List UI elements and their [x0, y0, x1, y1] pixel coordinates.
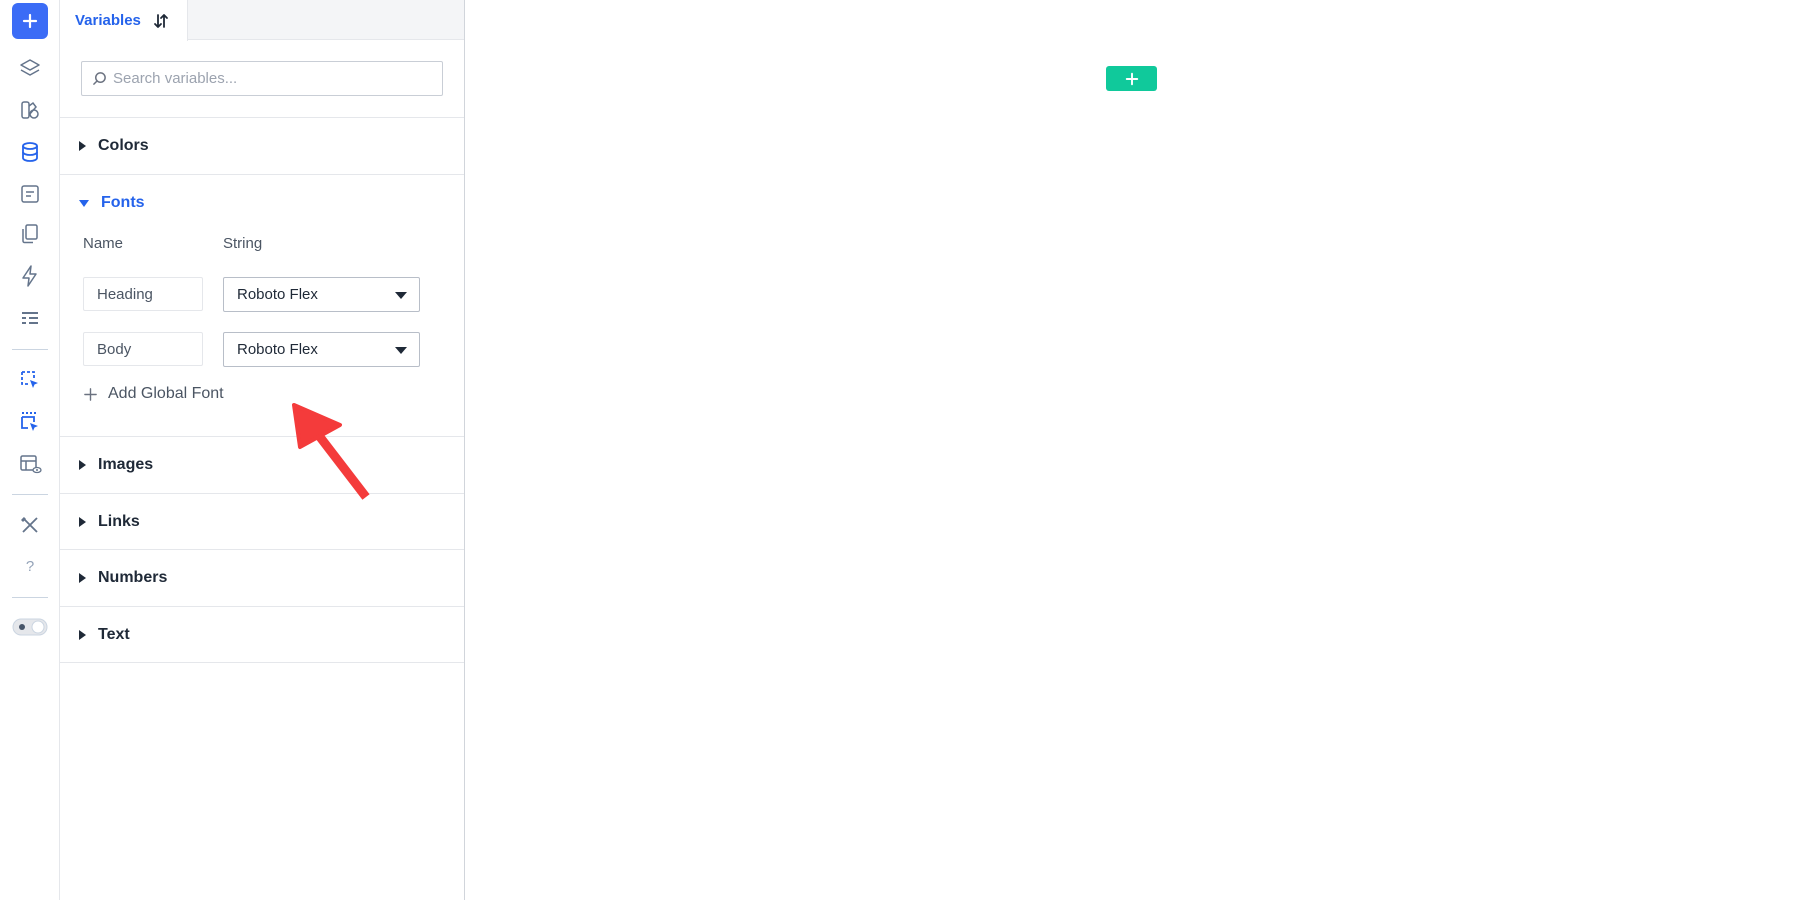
section-title: Text	[98, 626, 130, 643]
tools-button[interactable]	[12, 507, 48, 543]
tab-variables-label: Variables	[75, 12, 141, 29]
rail-divider	[12, 597, 48, 598]
column-header-type: String	[223, 235, 263, 252]
caret-right-icon	[79, 573, 86, 583]
search-icon	[93, 72, 106, 85]
section-images-header[interactable]: Images	[60, 437, 464, 493]
add-global-font-label: Add Global Font	[108, 385, 224, 402]
section-text-header[interactable]: Text	[60, 607, 464, 663]
svg-text:?: ?	[26, 558, 34, 575]
select-cursor-dots-icon	[21, 412, 38, 431]
layers-button[interactable]	[12, 50, 48, 86]
caret-right-icon	[79, 141, 86, 151]
font-name-field[interactable]: Heading	[83, 277, 203, 311]
section-links-header[interactable]: Links	[60, 494, 464, 550]
select-button[interactable]	[12, 362, 48, 398]
rail-divider	[12, 494, 48, 495]
section-text: Text	[60, 606, 464, 663]
layout-preview-icon	[20, 455, 42, 474]
sort-icon[interactable]	[153, 13, 169, 29]
forms-button[interactable]	[12, 176, 48, 212]
font-value-select[interactable]: Roboto Flex	[223, 277, 420, 312]
plus-icon	[22, 13, 38, 29]
lightning-icon	[22, 265, 37, 287]
caret-right-icon	[79, 517, 86, 527]
dropdown-arrow-icon	[395, 292, 407, 299]
section-colors-header[interactable]: Colors	[60, 118, 464, 174]
caret-right-icon	[79, 460, 86, 470]
icon-rail: ?	[0, 0, 60, 900]
canvas-add-button[interactable]	[1106, 66, 1157, 91]
section-numbers: Numbers	[60, 549, 464, 606]
font-value-label: Roboto Flex	[237, 341, 318, 358]
help-icon: ?	[26, 558, 34, 575]
add-element-button[interactable]	[12, 3, 48, 39]
section-title: Fonts	[101, 194, 145, 211]
section-images: Images	[60, 436, 464, 493]
data-button[interactable]	[12, 134, 48, 170]
section-title: Images	[98, 456, 154, 473]
panel-tab-bar: Variables	[60, 0, 464, 41]
variables-panel: Variables Colors Fonts Name String Headi…	[60, 0, 465, 900]
caret-down-icon	[79, 199, 89, 207]
column-header-name: Name	[83, 235, 124, 252]
dropdown-arrow-icon	[395, 347, 407, 354]
font-value-label: Roboto Flex	[237, 286, 318, 303]
section-title: Numbers	[98, 569, 168, 586]
plus-icon	[1125, 72, 1138, 85]
caret-right-icon	[79, 630, 86, 640]
interactions-button[interactable]	[12, 258, 48, 294]
assets-button[interactable]	[12, 92, 48, 128]
section-title: Links	[98, 513, 140, 530]
select-cursor-icon	[21, 371, 38, 388]
canvas[interactable]	[465, 0, 1800, 900]
search-input[interactable]	[113, 70, 413, 87]
search-field[interactable]	[81, 61, 443, 96]
section-title: Colors	[98, 137, 149, 154]
database-icon	[22, 142, 38, 162]
multi-select-button[interactable]	[12, 404, 48, 440]
list-button[interactable]	[12, 300, 48, 336]
pages-button[interactable]	[12, 216, 48, 252]
theme-toggle-icon	[12, 618, 48, 636]
annotation-arrow-icon	[292, 403, 370, 500]
theme-toggle[interactable]	[12, 609, 48, 645]
list-icon	[22, 312, 38, 324]
section-fonts-header[interactable]: Fonts	[60, 175, 464, 231]
rail-divider	[12, 349, 48, 350]
layers-icon	[20, 59, 40, 76]
help-button[interactable]: ?	[12, 548, 48, 584]
font-value-select[interactable]: Roboto Flex	[223, 332, 420, 367]
plus-icon	[84, 387, 97, 401]
preview-button[interactable]	[12, 446, 48, 482]
form-icon	[21, 185, 39, 203]
section-numbers-header[interactable]: Numbers	[60, 550, 464, 606]
tab-variables[interactable]: Variables	[60, 0, 188, 41]
add-global-font-button[interactable]: Add Global Font	[83, 385, 224, 403]
assets-icon	[21, 101, 39, 119]
pages-icon	[22, 224, 38, 244]
font-name-field[interactable]: Body	[83, 332, 203, 366]
section-links: Links	[60, 493, 464, 550]
tools-icon	[21, 517, 38, 533]
section-colors: Colors	[60, 117, 464, 174]
